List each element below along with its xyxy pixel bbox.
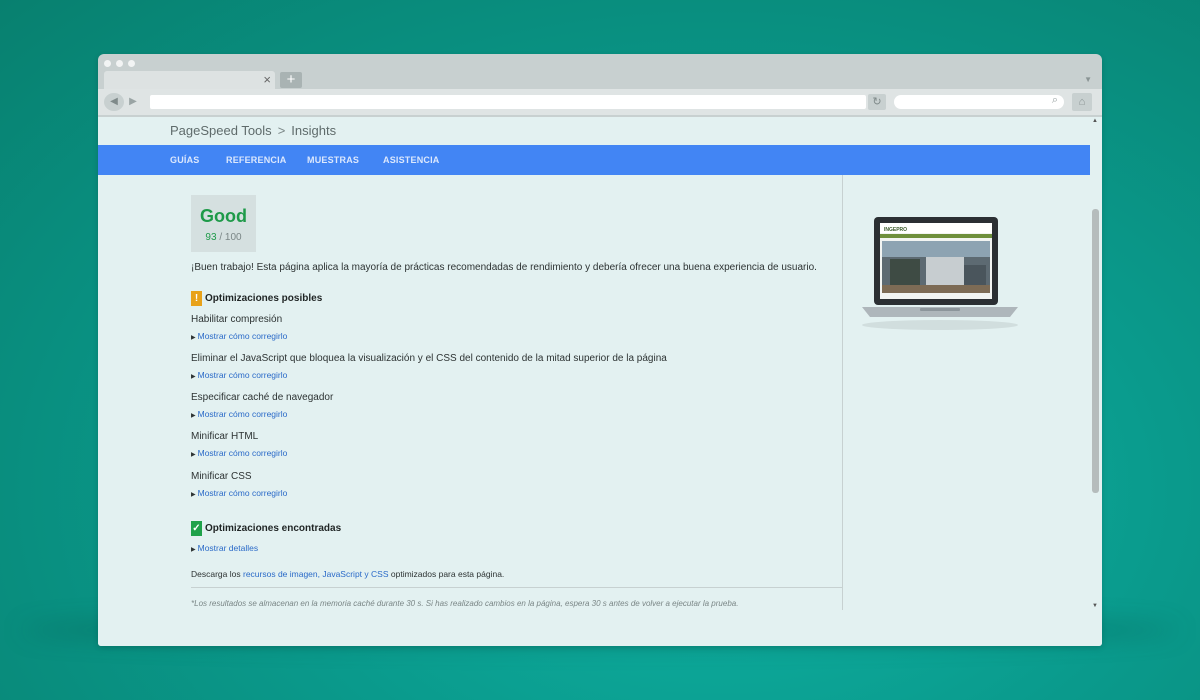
new-tab-button[interactable]: +	[280, 72, 302, 88]
disclosure-arrow-icon: ▶	[191, 547, 196, 553]
breadcrumb-current[interactable]: Insights	[291, 123, 336, 138]
possible-heading-text: Optimizaciones posibles	[205, 293, 323, 304]
rule-title: Eliminar el JavaScript que bloquea la vi…	[191, 353, 667, 364]
show-fix-link-text[interactable]: Mostrar cómo corregirlo	[198, 409, 288, 419]
nav-item-guias[interactable]: GUÍAS	[170, 155, 200, 165]
download-suffix: optimizados para esta página.	[390, 569, 505, 579]
score-label: Good	[200, 206, 247, 226]
breadcrumb-separator: >	[277, 123, 286, 138]
download-prefix: Descarga los	[191, 569, 241, 579]
window-close-dot[interactable]	[104, 60, 111, 67]
browser-toolbar: ◀ ▶ ↻ ⌕ ⌂	[98, 89, 1102, 115]
screen-nav	[880, 234, 992, 238]
reload-button[interactable]: ↻	[868, 94, 886, 110]
search-input[interactable]: ⌕	[894, 94, 1064, 109]
tab-strip: × + ▼	[98, 71, 1102, 89]
scroll-thumb[interactable]	[1092, 209, 1099, 493]
window-minimize-dot[interactable]	[116, 60, 123, 67]
nav-item-asistencia[interactable]: ASISTENCIA	[383, 155, 440, 165]
disclosure-arrow-icon: ▶	[191, 452, 196, 458]
warning-icon: !	[191, 291, 202, 306]
show-details-link-text[interactable]: Mostrar detalles	[198, 543, 258, 553]
disclosure-arrow-icon: ▶	[191, 413, 196, 419]
check-icon: ✓	[191, 521, 202, 536]
show-fix-link-text[interactable]: Mostrar cómo corregirlo	[198, 331, 288, 341]
top-nav: GUÍAS REFERENCIA MUESTRAS ASISTENCIA	[98, 145, 1090, 175]
summary-text: ¡Buen trabajo! Esta página aplica la may…	[191, 262, 817, 273]
found-optimizations-heading: ✓ Optimizaciones encontradas	[191, 521, 341, 536]
screen-sky	[882, 241, 990, 257]
column-divider	[842, 175, 843, 610]
nav-item-referencia[interactable]: REFERENCIA	[226, 155, 287, 165]
show-fix-link-text[interactable]: Mostrar cómo corregirlo	[198, 448, 288, 458]
screen-machine	[964, 265, 986, 287]
screen-truck-left	[890, 259, 920, 285]
rule-title: Minificar HTML	[191, 431, 259, 442]
show-fix-link[interactable]: ▶ Mostrar cómo corregirlo	[191, 331, 287, 341]
score-max: / 100	[219, 232, 242, 243]
browser-tab[interactable]: ×	[104, 71, 275, 89]
found-heading-text: Optimizaciones encontradas	[205, 523, 342, 534]
possible-optimizations-heading: ! Optimizaciones posibles	[191, 291, 322, 306]
vertical-scrollbar[interactable]: ▲ ▼	[1090, 117, 1102, 610]
show-details-link[interactable]: ▶ Mostrar detalles	[191, 543, 258, 553]
back-button[interactable]: ◀	[104, 93, 124, 111]
score-number: 93 / 100	[191, 232, 256, 243]
nav-item-muestras[interactable]: MUESTRAS	[307, 155, 359, 165]
disclosure-arrow-icon: ▶	[191, 335, 196, 341]
score-value: 93	[205, 232, 217, 243]
forward-button[interactable]: ▶	[125, 93, 141, 111]
laptop-preview-image: INGEPRO	[862, 217, 1018, 330]
rule-title: Habilitar compresión	[191, 314, 283, 325]
home-button[interactable]: ⌂	[1072, 93, 1092, 111]
rule-title: Minificar CSS	[191, 471, 252, 482]
disclosure-arrow-icon: ▶	[191, 492, 196, 498]
score-box: Good 93 / 100	[191, 195, 256, 252]
laptop-trackpad	[920, 308, 960, 311]
cache-footnote: *Los resultados se almacenan en la memor…	[191, 599, 739, 608]
address-bar[interactable]	[150, 95, 866, 109]
laptop-shadow	[862, 320, 1018, 330]
screen-truck-right	[926, 257, 964, 285]
show-fix-link[interactable]: ▶ Mostrar cómo corregirlo	[191, 488, 287, 498]
browser-window: × + ▼ ◀ ▶ ↻ ⌕ ⌂ PageSpeed Tools > Insights…	[98, 54, 1102, 646]
show-fix-link[interactable]: ▶ Mostrar cómo corregirlo	[191, 370, 287, 380]
window-maximize-dot[interactable]	[128, 60, 135, 67]
disclosure-arrow-icon: ▶	[191, 374, 196, 380]
breadcrumb-root-link[interactable]: PageSpeed Tools	[170, 123, 272, 138]
screen-logo: INGEPRO	[884, 227, 907, 233]
show-fix-link[interactable]: ▶ Mostrar cómo corregirlo	[191, 448, 287, 458]
footer-divider	[191, 587, 842, 588]
scroll-down-arrow-icon[interactable]: ▼	[1092, 603, 1098, 609]
download-text: Descarga los recursos de imagen, JavaScr…	[191, 569, 504, 579]
rule-title: Especificar caché de navegador	[191, 392, 334, 403]
screen-ground	[882, 285, 990, 293]
tab-list-chevron-icon[interactable]: ▼	[1084, 75, 1092, 84]
window-footer	[98, 610, 1102, 646]
close-tab-icon[interactable]: ×	[263, 72, 271, 88]
scroll-up-arrow-icon[interactable]: ▲	[1092, 118, 1098, 124]
show-fix-link-text[interactable]: Mostrar cómo corregirlo	[198, 488, 288, 498]
search-icon: ⌕	[1051, 94, 1058, 106]
show-fix-link-text[interactable]: Mostrar cómo corregirlo	[198, 370, 288, 380]
title-bar	[98, 54, 1102, 70]
breadcrumb: PageSpeed Tools > Insights	[170, 123, 336, 138]
show-fix-link[interactable]: ▶ Mostrar cómo corregirlo	[191, 409, 287, 419]
page-viewport: PageSpeed Tools > Insights GUÍAS REFERENCI…	[98, 117, 1090, 610]
download-resources-link[interactable]: recursos de imagen, JavaScript y CSS	[243, 569, 389, 579]
